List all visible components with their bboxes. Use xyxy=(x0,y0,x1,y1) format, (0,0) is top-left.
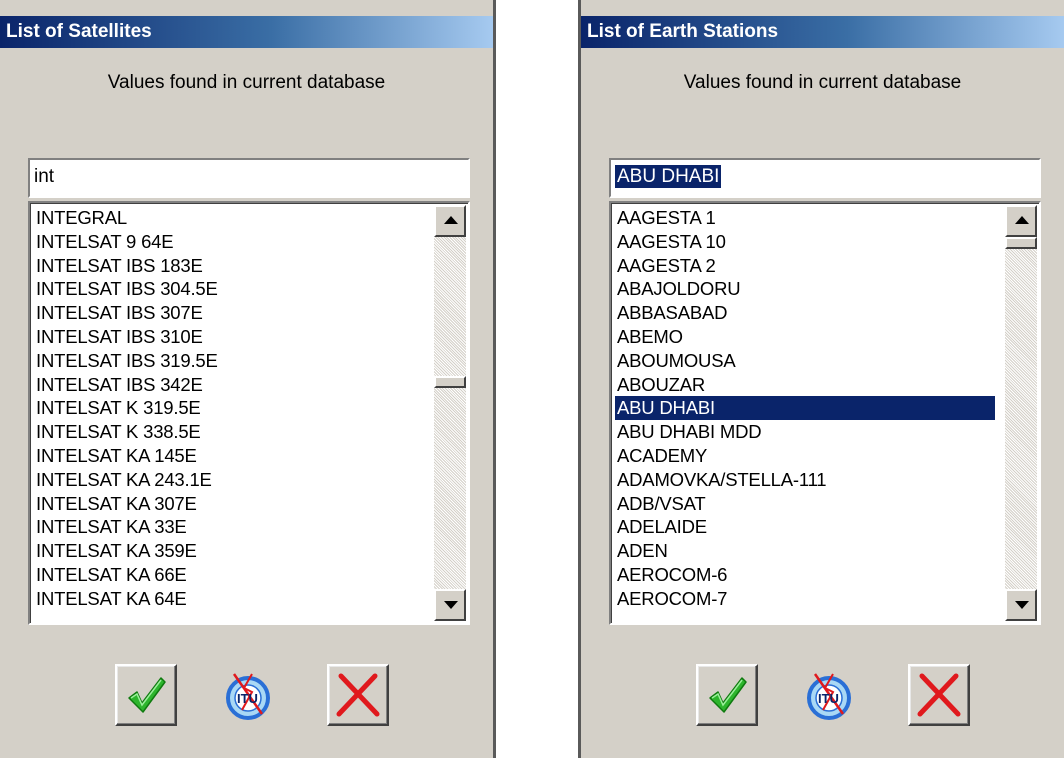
list-item[interactable]: INTELSAT IBS 310E xyxy=(34,325,424,349)
itu-logo-icon[interactable]: ITU xyxy=(803,670,855,722)
list-item[interactable]: INTELSAT KA 359E xyxy=(34,539,424,563)
vertical-scrollbar[interactable] xyxy=(1005,205,1037,621)
arrow-down-icon xyxy=(1015,601,1029,609)
red-x-icon xyxy=(917,673,961,717)
arrow-up-icon xyxy=(444,216,458,224)
list-item[interactable]: INTELSAT IBS 304.5E xyxy=(34,277,424,301)
list-item[interactable]: ABEMO xyxy=(615,325,995,349)
list-item[interactable]: AAGESTA 10 xyxy=(615,230,995,254)
cancel-button[interactable] xyxy=(908,664,970,726)
itu-logo-icon[interactable]: ITU xyxy=(222,670,274,722)
checkmark-icon xyxy=(709,677,747,713)
arrow-up-icon xyxy=(1015,216,1029,224)
list-item[interactable]: ABU DHABI xyxy=(615,396,995,421)
satellite-search-input[interactable]: int xyxy=(28,158,470,198)
scroll-thumb[interactable] xyxy=(1005,237,1037,249)
dialog-title: List of Satellites xyxy=(0,16,493,48)
list-item[interactable]: ADEN xyxy=(615,539,995,563)
list-item[interactable]: AAGESTA 1 xyxy=(615,206,995,230)
list-item[interactable]: AAGESTA 2 xyxy=(615,254,995,278)
station-list: AAGESTA 1 AAGESTA 10 AAGESTA 2 ABAJOLDORU AB… xyxy=(615,206,995,611)
station-search-input[interactable]: ABU DHABI xyxy=(609,158,1041,198)
search-value: int xyxy=(34,166,55,187)
list-item[interactable]: INTELSAT IBS 183E xyxy=(34,254,424,278)
scroll-down-button[interactable] xyxy=(434,589,466,621)
dialog-title: List of Earth Stations xyxy=(581,16,1064,48)
satellite-list: INTEGRAL INTELSAT 9 64E INTELSAT IBS 183E I… xyxy=(34,206,424,611)
dialog-subtitle: Values found in current database xyxy=(107,72,386,93)
satellites-dialog: List of Satellites Values found in curre… xyxy=(0,0,496,758)
list-item[interactable]: INTELSAT KA 64E xyxy=(34,587,424,611)
list-item[interactable]: INTEGRAL xyxy=(34,206,424,230)
list-item[interactable]: ADAMOVKA/STELLA-111 xyxy=(615,468,995,492)
satellite-listbox[interactable]: INTEGRAL INTELSAT 9 64E INTELSAT IBS 183E I… xyxy=(28,201,470,625)
cancel-button[interactable] xyxy=(327,664,389,726)
list-item[interactable]: INTELSAT KA 243.1E xyxy=(34,468,424,492)
svg-text:ITU: ITU xyxy=(818,691,839,706)
list-item[interactable]: INTELSAT K 319.5E xyxy=(34,396,424,420)
list-item[interactable]: INTELSAT KA 66E xyxy=(34,563,424,587)
scroll-thumb[interactable] xyxy=(434,376,466,389)
red-x-icon xyxy=(336,673,380,717)
list-item[interactable]: ABOUMOUSA xyxy=(615,349,995,373)
list-item[interactable]: AEROCOM-7 xyxy=(615,587,995,611)
ok-button[interactable] xyxy=(696,664,758,726)
list-item[interactable]: ABBASABAD xyxy=(615,301,995,325)
list-item[interactable]: INTELSAT KA 33E xyxy=(34,515,424,539)
list-item[interactable]: INTELSAT KA 145E xyxy=(34,444,424,468)
search-value: ABU DHABI xyxy=(615,165,722,188)
list-item[interactable]: INTELSAT 9 64E xyxy=(34,230,424,254)
list-item[interactable]: INTELSAT IBS 319.5E xyxy=(34,349,424,373)
arrow-down-icon xyxy=(444,601,458,609)
list-item[interactable]: ABAJOLDORU xyxy=(615,277,995,301)
ok-button[interactable] xyxy=(115,664,177,726)
scroll-up-button[interactable] xyxy=(434,205,466,237)
list-item[interactable]: ADELAIDE xyxy=(615,515,995,539)
svg-text:ITU: ITU xyxy=(237,691,258,706)
list-item[interactable]: ADB/VSAT xyxy=(615,492,995,516)
list-item[interactable]: AEROCOM-6 xyxy=(615,563,995,587)
dialog-subtitle: Values found in current database xyxy=(683,72,962,93)
list-item[interactable]: ABU DHABI MDD xyxy=(615,420,995,444)
list-item[interactable]: INTELSAT IBS 307E xyxy=(34,301,424,325)
list-item[interactable]: ABOUZAR xyxy=(615,373,995,397)
list-item[interactable]: INTELSAT IBS 342E xyxy=(34,373,424,397)
scroll-down-button[interactable] xyxy=(1005,589,1037,621)
list-item[interactable]: INTELSAT KA 307E xyxy=(34,492,424,516)
list-item[interactable]: INTELSAT K 338.5E xyxy=(34,420,424,444)
station-listbox[interactable]: AAGESTA 1 AAGESTA 10 AAGESTA 2 ABAJOLDORU AB… xyxy=(609,201,1041,625)
earth-stations-dialog: List of Earth Stations Values found in c… xyxy=(578,0,1064,758)
vertical-scrollbar[interactable] xyxy=(434,205,466,621)
scroll-up-button[interactable] xyxy=(1005,205,1037,237)
list-item[interactable]: ACADEMY xyxy=(615,444,995,468)
checkmark-icon xyxy=(128,677,166,713)
